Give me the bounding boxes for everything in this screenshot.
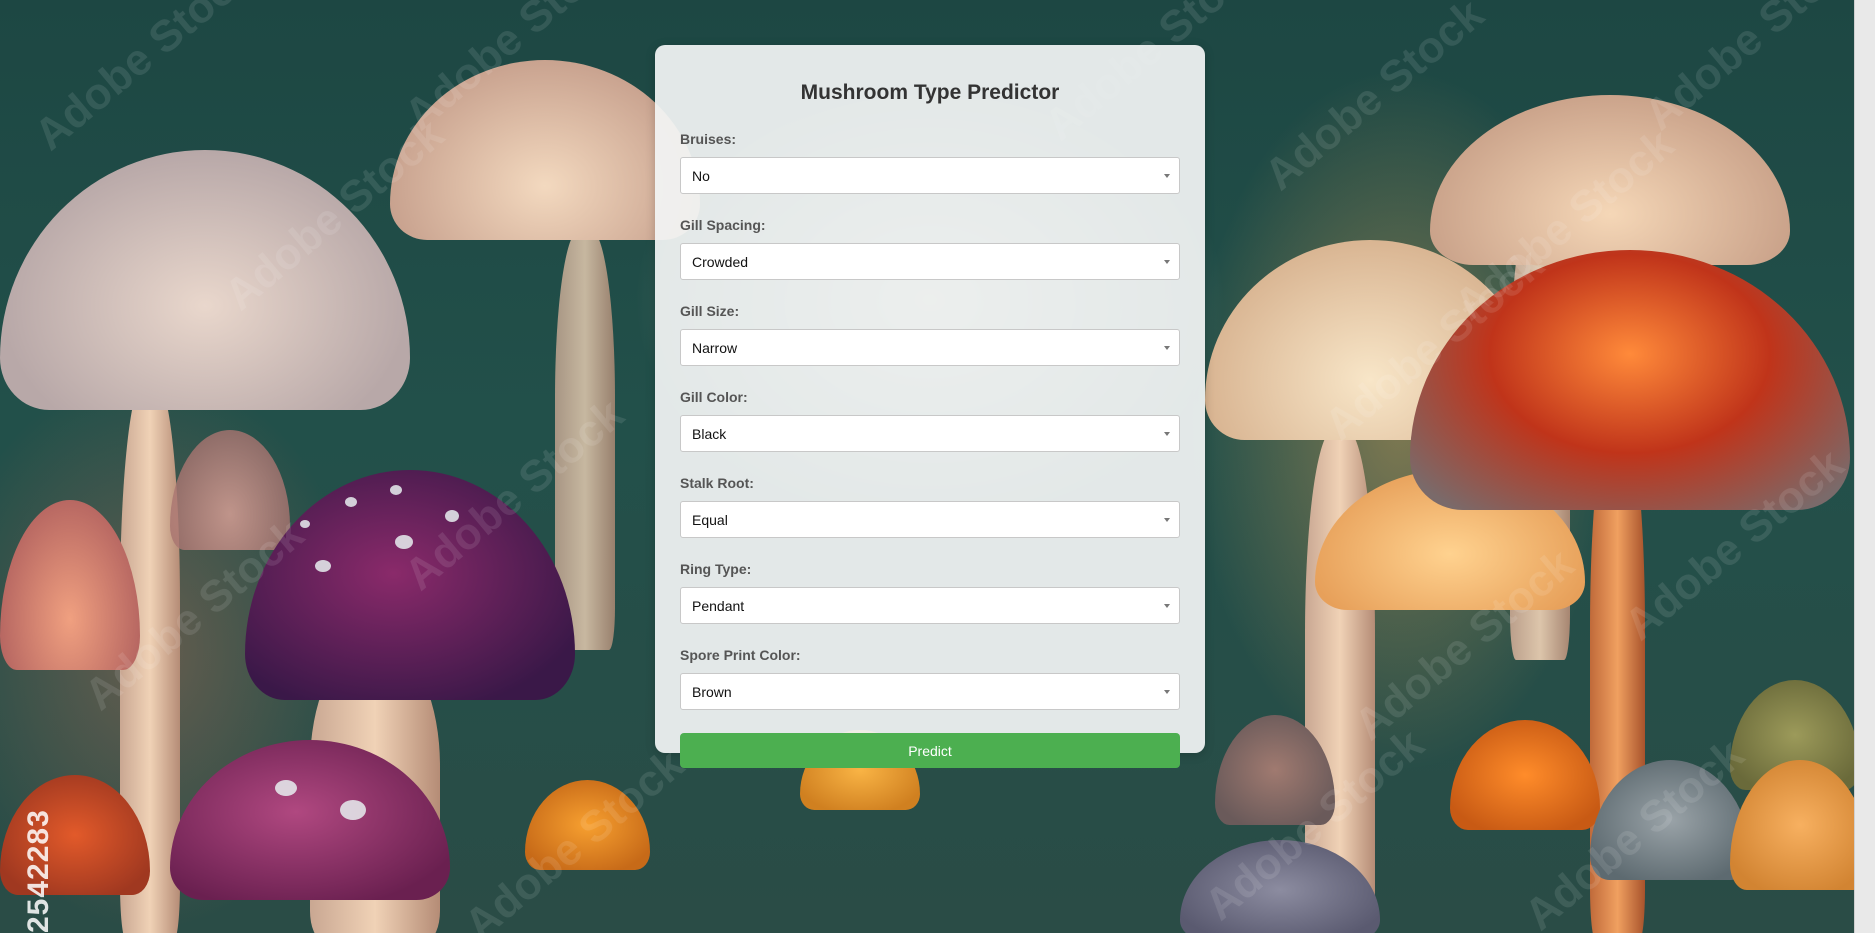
stock-image-id: 2542283	[22, 809, 55, 933]
bruises-selected-value: No	[692, 168, 710, 184]
gill-color-selected-value: Black	[692, 426, 727, 442]
page-viewport: Adobe Stock Adobe Stock Adobe Stock Adob…	[0, 0, 1875, 933]
gill-spacing-label: Gill Spacing:	[680, 217, 766, 233]
bruises-label: Bruises:	[680, 131, 737, 147]
gill-size-selected-value: Narrow	[692, 340, 738, 356]
ring-type-select[interactable]: Pendant	[680, 587, 1180, 624]
field-gill-spacing: Gill Spacing: Crowded	[680, 217, 1180, 280]
field-bruises: Bruises: No	[680, 131, 1180, 194]
window-right-edge	[1854, 0, 1875, 933]
ring-type-label: Ring Type:	[680, 561, 752, 577]
gill-spacing-selected-value: Crowded	[692, 254, 749, 270]
chevron-down-icon	[1164, 432, 1170, 436]
field-stalk-root: Stalk Root: Equal	[680, 475, 1180, 538]
field-ring-type: Ring Type: Pendant	[680, 561, 1180, 624]
spore-print-color-select[interactable]: Brown	[680, 673, 1180, 710]
chevron-down-icon	[1164, 174, 1170, 178]
chevron-down-icon	[1164, 604, 1170, 608]
chevron-down-icon	[1164, 346, 1170, 350]
spore-print-color-selected-value: Brown	[692, 684, 732, 700]
chevron-down-icon	[1164, 518, 1170, 522]
gill-color-select[interactable]: Black	[680, 415, 1180, 452]
chevron-down-icon	[1164, 260, 1170, 264]
stalk-root-label: Stalk Root:	[680, 475, 754, 491]
field-spore-print-color: Spore Print Color: Brown	[680, 647, 1180, 710]
predictor-form-card: Mushroom Type Predictor Bruises: No Gill…	[655, 45, 1205, 768]
field-gill-color: Gill Color: Black	[680, 389, 1180, 452]
chevron-down-icon	[1164, 690, 1170, 694]
gill-size-select[interactable]: Narrow	[680, 329, 1180, 366]
page-title: Mushroom Type Predictor	[800, 81, 1060, 104]
predict-button[interactable]: Predict	[680, 733, 1180, 768]
gill-spacing-select[interactable]: Crowded	[680, 243, 1180, 280]
spore-print-color-label: Spore Print Color:	[680, 647, 801, 663]
gill-size-label: Gill Size:	[680, 303, 740, 319]
field-gill-size: Gill Size: Narrow	[680, 303, 1180, 366]
stalk-root-select[interactable]: Equal	[680, 501, 1180, 538]
bruises-select[interactable]: No	[680, 157, 1180, 194]
ring-type-selected-value: Pendant	[692, 598, 745, 614]
stalk-root-selected-value: Equal	[692, 512, 728, 528]
gill-color-label: Gill Color:	[680, 389, 748, 405]
